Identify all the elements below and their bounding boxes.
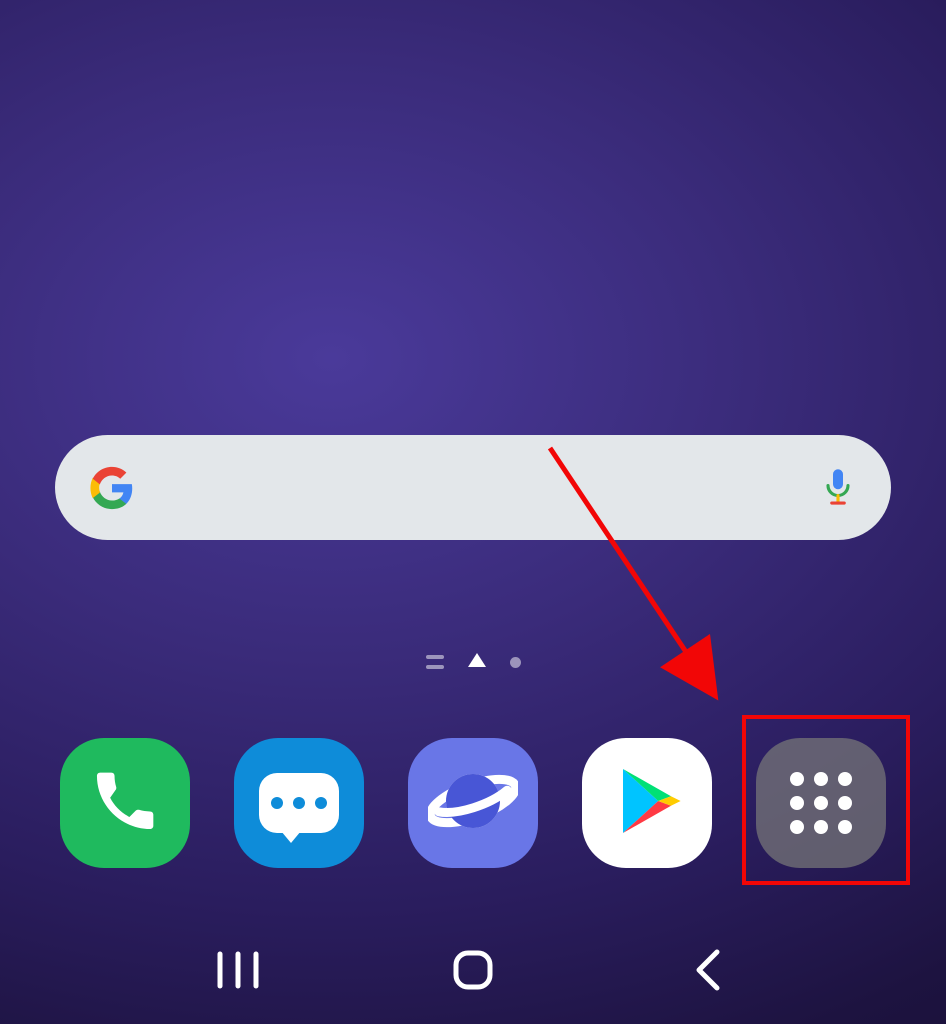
page-indicator <box>0 655 946 669</box>
internet-app[interactable] <box>408 738 538 868</box>
google-search-bar[interactable] <box>55 435 891 540</box>
page-indicator-menu-icon <box>426 655 444 669</box>
page-indicator-dot-icon <box>510 657 521 668</box>
messages-app[interactable] <box>234 738 364 868</box>
phone-app[interactable] <box>60 738 190 868</box>
recents-icon <box>216 950 260 994</box>
page-indicator-home-icon <box>468 653 486 667</box>
back-chevron-icon <box>693 948 723 996</box>
phone-icon <box>92 768 158 838</box>
home-outline-icon <box>452 949 494 995</box>
recents-button[interactable] <box>208 949 268 995</box>
planet-icon <box>428 756 518 850</box>
home-screen <box>0 0 946 1024</box>
app-grid-icon <box>790 772 852 834</box>
microphone-icon[interactable] <box>819 469 857 507</box>
home-button[interactable] <box>443 949 503 995</box>
dock <box>0 738 946 868</box>
system-navigation-bar <box>0 919 946 1024</box>
play-store-app[interactable] <box>582 738 712 868</box>
back-button[interactable] <box>678 949 738 995</box>
play-store-icon <box>607 761 687 845</box>
app-drawer-button[interactable] <box>756 738 886 868</box>
google-logo-icon <box>89 465 135 511</box>
messages-icon <box>259 773 339 833</box>
